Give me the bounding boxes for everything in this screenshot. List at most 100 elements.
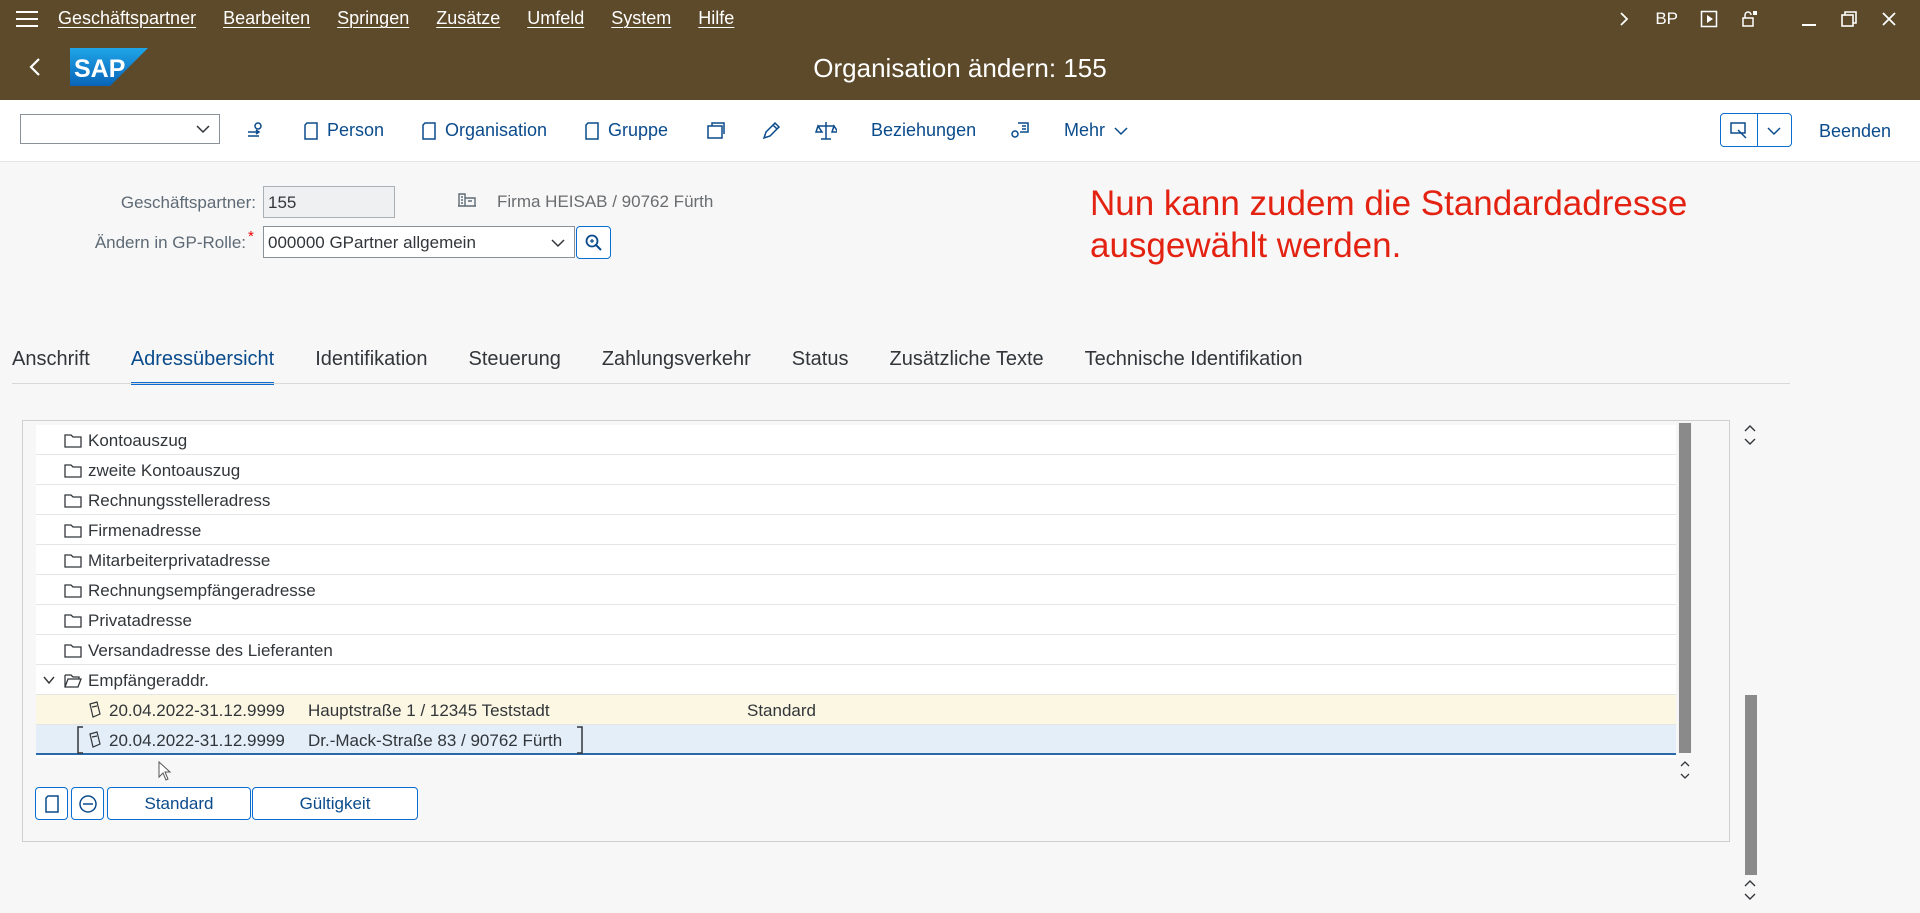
gruppe-label: Gruppe [608, 120, 669, 140]
tree-folder-row[interactable]: Mitarbeiterprivatadresse [36, 545, 1676, 575]
tree-folder-row[interactable]: zweite Kontoauszug [36, 455, 1676, 485]
document-icon [585, 121, 599, 140]
organisation-label: Organisation [445, 120, 548, 140]
tutorial-annotation: Nun kann zudem die Standardadresse ausge… [1090, 183, 1810, 267]
address-tree: Kontoauszug zweite Kontoauszug Rechnungs… [36, 425, 1676, 758]
tree-folder-row-expanded[interactable]: Empfängeraddr. [36, 665, 1676, 695]
menu-hilfe[interactable]: Hilfe [698, 8, 734, 29]
tree-folder-label: Empfängeraddr. [88, 671, 209, 690]
tab-identifikation[interactable]: Identifikation [315, 348, 427, 384]
open-folder-icon [64, 674, 82, 688]
tab-technische-identifikation[interactable]: Technische Identifikation [1085, 348, 1303, 384]
create-person-button[interactable]: Person [303, 120, 384, 141]
tree-folder-row[interactable]: Rechnungsempfängeradresse [36, 575, 1676, 605]
create-organisation-button[interactable]: Organisation [421, 120, 547, 141]
beenden-button[interactable]: Beenden [1819, 121, 1891, 142]
selection-bracket-icon [77, 726, 583, 754]
chevron-down-icon [196, 125, 210, 134]
page-scroll-down-icon[interactable] [1742, 877, 1758, 903]
gueltigkeit-button[interactable]: Gültigkeit [252, 787, 418, 820]
tree-folder-label: Firmenadresse [88, 521, 202, 540]
minimize-icon[interactable] [1800, 10, 1818, 28]
menu-bearbeiten[interactable]: Bearbeiten [223, 8, 310, 29]
partner-label: Geschäftspartner: [120, 193, 256, 212]
tab-anschrift[interactable]: Anschrift [12, 348, 90, 384]
minus-circle-icon [79, 795, 97, 813]
annotation-line-2: ausgewählt werden. [1090, 226, 1402, 265]
edit-icon[interactable] [760, 120, 782, 142]
tree-scrollbar-thumb[interactable] [1679, 423, 1691, 753]
organisation-icon [458, 193, 476, 207]
screen-icon [1730, 122, 1747, 139]
tab-status[interactable]: Status [792, 348, 849, 384]
folder-icon [64, 554, 82, 568]
menu-system[interactable]: System [611, 8, 671, 29]
standard-button[interactable]: Standard [107, 787, 251, 820]
tab-zusaetzliche-texte[interactable]: Zusätzliche Texte [889, 348, 1043, 384]
menu-icon[interactable] [12, 9, 42, 29]
mehr-button[interactable]: Mehr [1064, 120, 1129, 141]
remove-address-button[interactable] [71, 787, 104, 820]
search-icon [585, 234, 602, 251]
folder-icon [64, 464, 82, 478]
chevron-down-icon[interactable] [42, 674, 56, 686]
tree-folder-row[interactable]: Kontoauszug [36, 425, 1676, 455]
title-bar: SAP Organisation ändern: 155 [0, 37, 1920, 100]
tab-divider [12, 383, 1790, 384]
folder-icon [64, 644, 82, 658]
tree-folder-row[interactable]: Firmenadresse [36, 515, 1676, 545]
document-icon [422, 121, 436, 140]
create-gruppe-button[interactable]: Gruppe [584, 120, 668, 141]
mouse-cursor-icon [158, 761, 172, 781]
switch-partner-icon[interactable] [245, 120, 267, 142]
role-value: 000000 GPartner allgemein [268, 233, 476, 252]
tree-folder-row[interactable]: Privatadresse [36, 605, 1676, 635]
unlock-icon[interactable] [1740, 10, 1758, 28]
menu-zusaetze[interactable]: Zusätze [436, 8, 500, 29]
page-scroll-up-icon[interactable] [1742, 422, 1758, 448]
address-row-selected[interactable]: 20.04.2022-31.12.9999 Dr.-Mack-Straße 83… [36, 725, 1676, 755]
tab-adressuebersicht[interactable]: Adressübersicht [130, 348, 275, 385]
close-icon[interactable] [1880, 10, 1898, 28]
tree-folder-label: Mitarbeiterprivatadresse [88, 551, 271, 570]
folder-icon [64, 524, 82, 538]
role-label: Ändern in GP-Rolle: [94, 233, 246, 252]
menu-bar: Geschäftspartner Bearbeiten Springen Zus… [0, 0, 1920, 37]
beziehungen-button[interactable]: Beziehungen [871, 120, 976, 141]
restore-icon[interactable] [1840, 10, 1858, 28]
document-icon [304, 121, 318, 140]
folder-icon [64, 614, 82, 628]
mehr-label: Mehr [1064, 120, 1106, 140]
document-icon [45, 795, 59, 813]
folder-icon [64, 494, 82, 508]
relationship-icon[interactable] [1008, 120, 1030, 142]
tree-scroll-arrows-icon[interactable] [1678, 758, 1692, 782]
play-icon[interactable] [1700, 10, 1718, 28]
open-icon[interactable] [705, 120, 727, 142]
tree-folder-row[interactable]: Rechnungsstelleradress [36, 485, 1676, 515]
tree-folder-label: Privatadresse [88, 611, 192, 630]
tree-folder-label: Versandadresse des Lieferanten [88, 641, 333, 660]
tree-folder-label: Rechnungsempfängeradresse [88, 581, 316, 600]
menu-umfeld[interactable]: Umfeld [527, 8, 584, 29]
menu-springen[interactable]: Springen [337, 8, 409, 29]
menu-geschaeftspartner[interactable]: Geschäftspartner [58, 8, 196, 29]
tree-folder-row[interactable]: Versandadresse des Lieferanten [36, 635, 1676, 665]
beziehungen-label: Beziehungen [871, 120, 977, 140]
chevron-right-icon[interactable] [1615, 10, 1633, 28]
command-field[interactable] [20, 114, 220, 144]
address-row[interactable]: 20.04.2022-31.12.9999 Hauptstraße 1 / 12… [36, 695, 1676, 725]
person-label: Person [327, 120, 385, 140]
tab-zahlungsverkehr[interactable]: Zahlungsverkehr [602, 348, 751, 384]
company-name: Firma HEISAB / 90762 Fürth [497, 192, 714, 211]
tab-steuerung[interactable]: Steuerung [469, 348, 561, 384]
role-select[interactable]: 000000 GPartner allgemein [263, 226, 575, 258]
new-address-button[interactable] [35, 787, 68, 820]
balance-icon[interactable] [815, 120, 837, 142]
annotation-line-1: Nun kann zudem die Standardadresse [1090, 184, 1688, 223]
page-scrollbar-thumb[interactable] [1745, 695, 1757, 875]
role-search-button[interactable] [576, 226, 611, 259]
display-options-button[interactable] [1720, 113, 1792, 147]
tree-folder-label: Kontoauszug [88, 431, 188, 450]
tab-bar: Anschrift Adressübersicht Identifikation… [12, 348, 1344, 385]
